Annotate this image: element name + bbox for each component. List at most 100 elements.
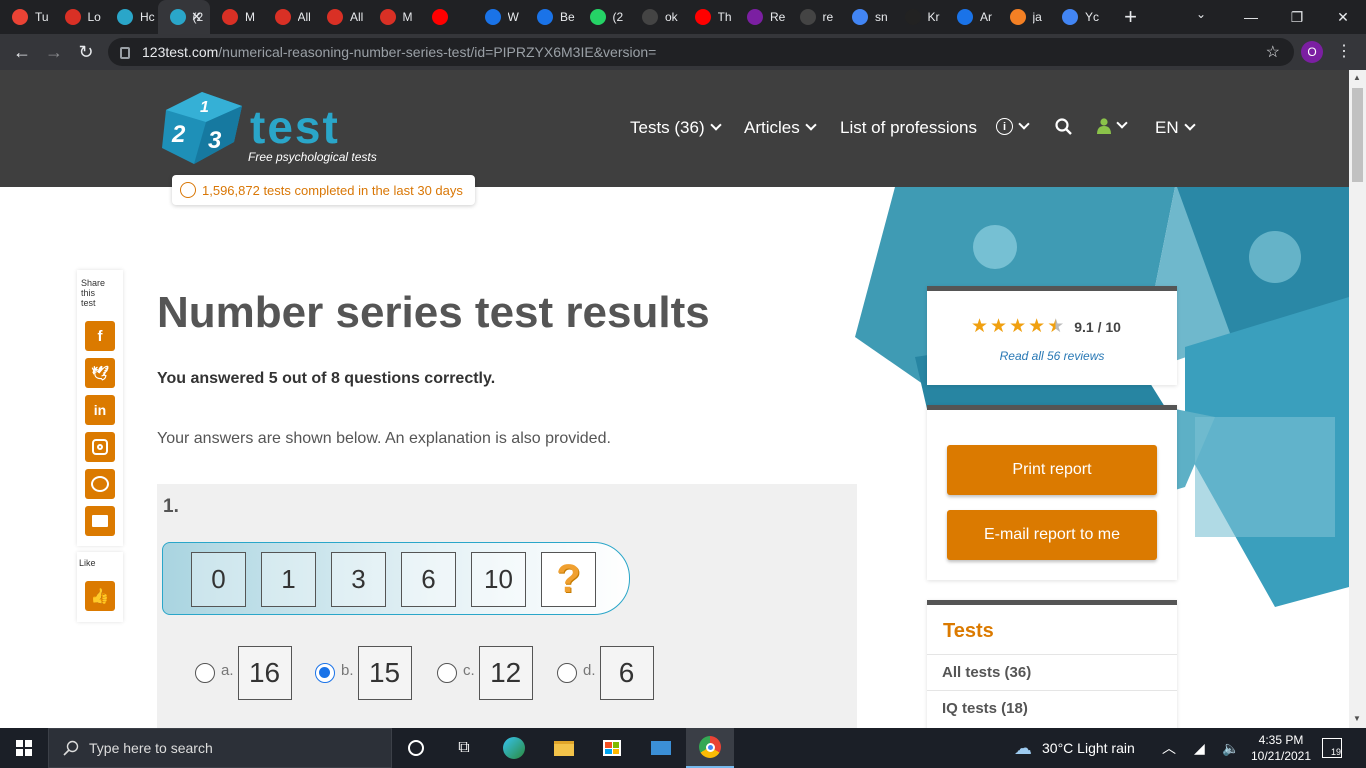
like-button[interactable]: 👍: [85, 581, 115, 611]
linkedin-icon: in: [93, 402, 107, 418]
browser-tab[interactable]: W: [473, 0, 526, 34]
radio-button[interactable]: [437, 663, 457, 683]
browser-tab[interactable]: Kr: [893, 0, 946, 34]
weather-widget[interactable]: ☁ 30°C Light rain: [1014, 728, 1135, 768]
star-icon: ★: [990, 316, 1008, 337]
email-share-button[interactable]: [85, 506, 115, 536]
browser-menu-icon[interactable]: ⋮: [1336, 41, 1352, 61]
facebook-share-button[interactable]: f: [85, 321, 115, 351]
a-icon: [904, 9, 921, 25]
volume-icon[interactable]: 🔈: [1222, 728, 1239, 768]
url-host: 123test.com: [142, 44, 219, 60]
radio-button[interactable]: [195, 663, 215, 683]
browser-tab[interactable]: All: [315, 0, 368, 34]
browser-tab[interactable]: sn: [840, 0, 893, 34]
page-scrollbar[interactable]: ▲ ▼: [1349, 70, 1366, 728]
email-report-button[interactable]: E-mail report to me: [947, 510, 1157, 560]
nav-articles[interactable]: Articles: [744, 118, 817, 138]
browser-tab[interactable]: ja: [998, 0, 1051, 34]
answer-option-d[interactable]: d. 6: [557, 646, 654, 700]
browser-tab-title: M: [402, 10, 413, 24]
instagram-share-button[interactable]: [85, 432, 115, 462]
nav-info[interactable]: i: [996, 117, 1030, 135]
browser-tab[interactable]: M: [368, 0, 421, 34]
lock-icon: [120, 47, 130, 59]
notification-center-icon[interactable]: 19: [1322, 738, 1342, 758]
browser-tab[interactable]: Re: [735, 0, 788, 34]
tests-title: Tests: [943, 620, 994, 642]
logo-text[interactable]: test: [250, 100, 340, 154]
address-bar[interactable]: 123test.com/numerical-reasoning-number-s…: [108, 38, 1294, 66]
radio-button[interactable]: [557, 663, 577, 683]
browser-tab-bar: Tu Lo Hc (2 ✕ M All All M W Be (2 ok Th Re re sn Kr Ar ja Yc…: [0, 0, 1366, 34]
nav-user[interactable]: [1097, 117, 1128, 134]
nav-articles-label: Articles: [744, 118, 800, 137]
radio-button-selected[interactable]: [315, 663, 335, 683]
new-tab-icon[interactable]: +: [1117, 4, 1145, 30]
network-icon[interactable]: ◢: [1194, 728, 1205, 768]
browser-tab[interactable]: Be: [525, 0, 578, 34]
back-arrow-icon[interactable]: ←: [6, 42, 38, 63]
browser-tab[interactable]: All: [263, 0, 316, 34]
tab-search-chevron-icon[interactable]: ⌄: [1196, 7, 1206, 21]
close-tab-icon[interactable]: ✕: [191, 9, 202, 25]
edge-icon[interactable]: [490, 728, 538, 768]
nav-search[interactable]: [1055, 118, 1072, 135]
start-button[interactable]: [0, 728, 48, 768]
answer-option-b[interactable]: b. 15: [315, 646, 412, 700]
file-explorer-icon[interactable]: [540, 728, 588, 768]
answer-option-a[interactable]: a. 16: [195, 646, 292, 700]
reload-icon[interactable]: ↻: [70, 42, 102, 63]
browser-tab[interactable]: (2: [578, 0, 631, 34]
browser-tab[interactable]: Ar: [945, 0, 998, 34]
linkedin-share-button[interactable]: in: [85, 395, 115, 425]
minimize-icon[interactable]: —: [1228, 9, 1274, 25]
tests-item-all[interactable]: All tests (36): [927, 654, 1177, 690]
browser-tab[interactable]: [420, 0, 473, 34]
twitter-share-button[interactable]: 🕊: [85, 358, 115, 388]
messenger-share-button[interactable]: [85, 469, 115, 499]
logo-tagline: Free psychological tests: [248, 150, 377, 164]
browser-tab-title: Hc: [140, 10, 155, 24]
scroll-up-icon[interactable]: ▲: [1353, 73, 1361, 82]
question-panel: 1. 0 1 3 6 10 ? a. 16 b. 15 c. 12 d. 6: [157, 484, 857, 728]
logo-cube-icon[interactable]: 1 2 3: [162, 92, 242, 164]
tests-item-iq[interactable]: IQ tests (18): [927, 690, 1177, 726]
restore-icon[interactable]: ❐: [1274, 9, 1320, 26]
scroll-down-icon[interactable]: ▼: [1353, 714, 1361, 723]
taskbar-search-box[interactable]: Type here to search: [48, 728, 392, 768]
browser-tab[interactable]: Th: [683, 0, 736, 34]
google-icon: [852, 9, 868, 25]
browser-tab[interactable]: (2 ✕: [157, 0, 210, 34]
tray-chevron-up-icon[interactable]: ︿: [1162, 728, 1176, 768]
mail-icon[interactable]: [637, 728, 685, 768]
taskbar-search-placeholder: Type here to search: [89, 740, 213, 756]
browser-tab[interactable]: M: [210, 0, 263, 34]
taskbar-clock[interactable]: 4:35 PM 10/21/2021: [1250, 732, 1312, 764]
print-report-button[interactable]: Print report: [947, 445, 1157, 495]
browser-tab-title: All: [297, 10, 311, 24]
nav-language[interactable]: EN: [1155, 118, 1196, 138]
chrome-icon[interactable]: [686, 728, 734, 768]
cortana-icon[interactable]: [392, 728, 440, 768]
browser-tab[interactable]: Lo: [53, 0, 106, 34]
browser-tab[interactable]: Tu: [0, 0, 53, 34]
bookmark-star-icon[interactable]: ☆: [1266, 42, 1280, 62]
youtube-icon: [432, 9, 448, 25]
close-window-icon[interactable]: ✕: [1320, 9, 1366, 26]
facebook-icon: f: [97, 327, 103, 345]
scrollbar-thumb[interactable]: [1352, 88, 1363, 182]
answer-option-c[interactable]: c. 12: [437, 646, 533, 700]
browser-tab[interactable]: Hc: [105, 0, 158, 34]
browser-tab[interactable]: re: [788, 0, 841, 34]
forward-arrow-icon[interactable]: →: [38, 42, 70, 63]
nav-professions[interactable]: List of professions: [840, 118, 977, 138]
browser-tab[interactable]: ok: [630, 0, 683, 34]
browser-tab[interactable]: Yc: [1050, 0, 1103, 34]
nav-tests[interactable]: Tests (36): [630, 118, 722, 138]
task-view-icon[interactable]: ⧉: [440, 728, 488, 768]
read-reviews-link[interactable]: Read all 56 reviews: [927, 349, 1177, 363]
profile-avatar[interactable]: O: [1301, 41, 1323, 63]
store-icon[interactable]: [588, 728, 636, 768]
search-icon: [63, 740, 79, 756]
